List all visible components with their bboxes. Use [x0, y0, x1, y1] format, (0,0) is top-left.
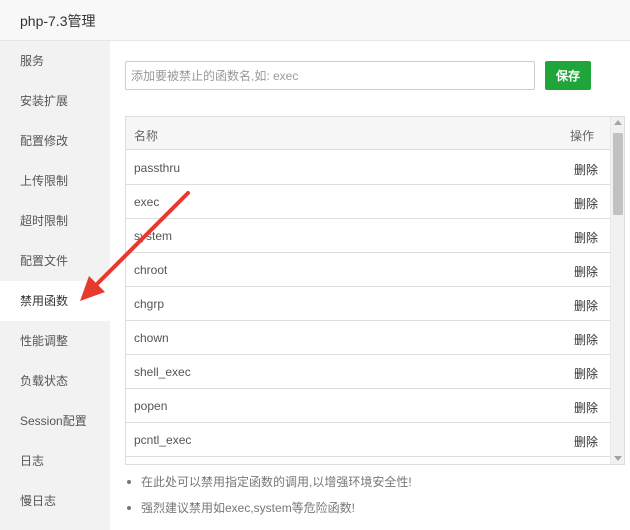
delete-link[interactable]: 删除: [574, 433, 598, 450]
function-name-cell: chroot: [134, 263, 168, 277]
column-header-operation: 操作: [569, 129, 594, 143]
main-panel: 保存 名称 操作 passthru 删除 exec 删除 system 删除 c…: [110, 41, 630, 530]
disabled-functions-table: 名称 操作 passthru 删除 exec 删除 system 删除 chro…: [125, 116, 625, 465]
tip-item: 强烈建议禁用如exec,system等危险函数!: [125, 499, 625, 525]
sidebar-item-config-edit[interactable]: 配置修改: [0, 121, 110, 161]
table-row: pcntl_exec 删除: [126, 423, 610, 457]
sidebar-item-config-file[interactable]: 配置文件: [0, 241, 110, 281]
table-row: popen 删除: [126, 389, 610, 423]
table-header: 名称 操作: [126, 117, 610, 150]
sidebar-item-slow-log[interactable]: 慢日志: [0, 481, 110, 521]
function-name-cell: chown: [134, 331, 169, 345]
table-row: exec 删除: [126, 185, 610, 219]
sidebar-item-install-extension[interactable]: 安装扩展: [0, 81, 110, 121]
table-row: system 删除: [126, 219, 610, 253]
scroll-up-icon[interactable]: [614, 120, 622, 125]
sidebar: 服务 安装扩展 配置修改 上传限制 超时限制 配置文件 禁用函数 性能调整 负载…: [0, 41, 110, 530]
sidebar-item-upload-limit[interactable]: 上传限制: [0, 161, 110, 201]
table-scrollbar[interactable]: [610, 117, 624, 464]
function-name-cell: pcntl_exec: [134, 433, 192, 447]
delete-link[interactable]: 删除: [574, 263, 598, 280]
sidebar-item-performance[interactable]: 性能调整: [0, 321, 110, 361]
delete-link[interactable]: 删除: [574, 195, 598, 212]
tip-item: 在此处可以禁用指定函数的调用,以增强环境安全性!: [125, 473, 625, 499]
table-row: passthru 删除: [126, 151, 610, 185]
sidebar-item-disabled-functions[interactable]: 禁用函数: [0, 281, 110, 321]
delete-link[interactable]: 删除: [574, 297, 598, 314]
column-header-name: 名称: [134, 129, 159, 143]
scroll-down-icon[interactable]: [614, 456, 622, 461]
function-name-cell: popen: [134, 399, 168, 413]
save-button[interactable]: 保存: [545, 61, 591, 90]
tips-list: 在此处可以禁用指定函数的调用,以增强环境安全性! 强烈建议禁用如exec,sys…: [125, 473, 625, 525]
sidebar-item-timeout-limit[interactable]: 超时限制: [0, 201, 110, 241]
window-title: php-7.3管理: [20, 13, 96, 29]
bullet-icon: [127, 480, 131, 484]
sidebar-item-load-status[interactable]: 负载状态: [0, 361, 110, 401]
function-name-cell: shell_exec: [134, 365, 191, 379]
table-row: chgrp 删除: [126, 287, 610, 321]
sidebar-item-log[interactable]: 日志: [0, 441, 110, 481]
function-name-cell: chgrp: [134, 297, 165, 311]
function-name-cell: passthru: [134, 161, 181, 175]
sidebar-item-session-config[interactable]: Session配置: [0, 401, 110, 441]
table-row: chown 删除: [126, 321, 610, 355]
function-name-cell: exec: [134, 195, 160, 209]
bullet-icon: [127, 506, 131, 510]
table-row: chroot 删除: [126, 253, 610, 287]
sidebar-item-service[interactable]: 服务: [0, 41, 110, 81]
function-name-input[interactable]: [125, 61, 535, 90]
delete-link[interactable]: 删除: [574, 365, 598, 382]
tip-text: 在此处可以禁用指定函数的调用,以增强环境安全性!: [141, 475, 412, 489]
scrollbar-thumb[interactable]: [613, 133, 623, 215]
delete-link[interactable]: 删除: [574, 331, 598, 348]
function-name-cell: system: [134, 229, 173, 243]
delete-link[interactable]: 删除: [574, 229, 598, 246]
window-titlebar: php-7.3管理: [0, 0, 630, 41]
delete-link[interactable]: 删除: [574, 161, 598, 178]
tip-text: 强烈建议禁用如exec,system等危险函数!: [141, 501, 356, 515]
delete-link[interactable]: 删除: [574, 399, 598, 416]
table-row: shell_exec 删除: [126, 355, 610, 389]
table-body: passthru 删除 exec 删除 system 删除 chroot 删除 …: [126, 151, 610, 457]
